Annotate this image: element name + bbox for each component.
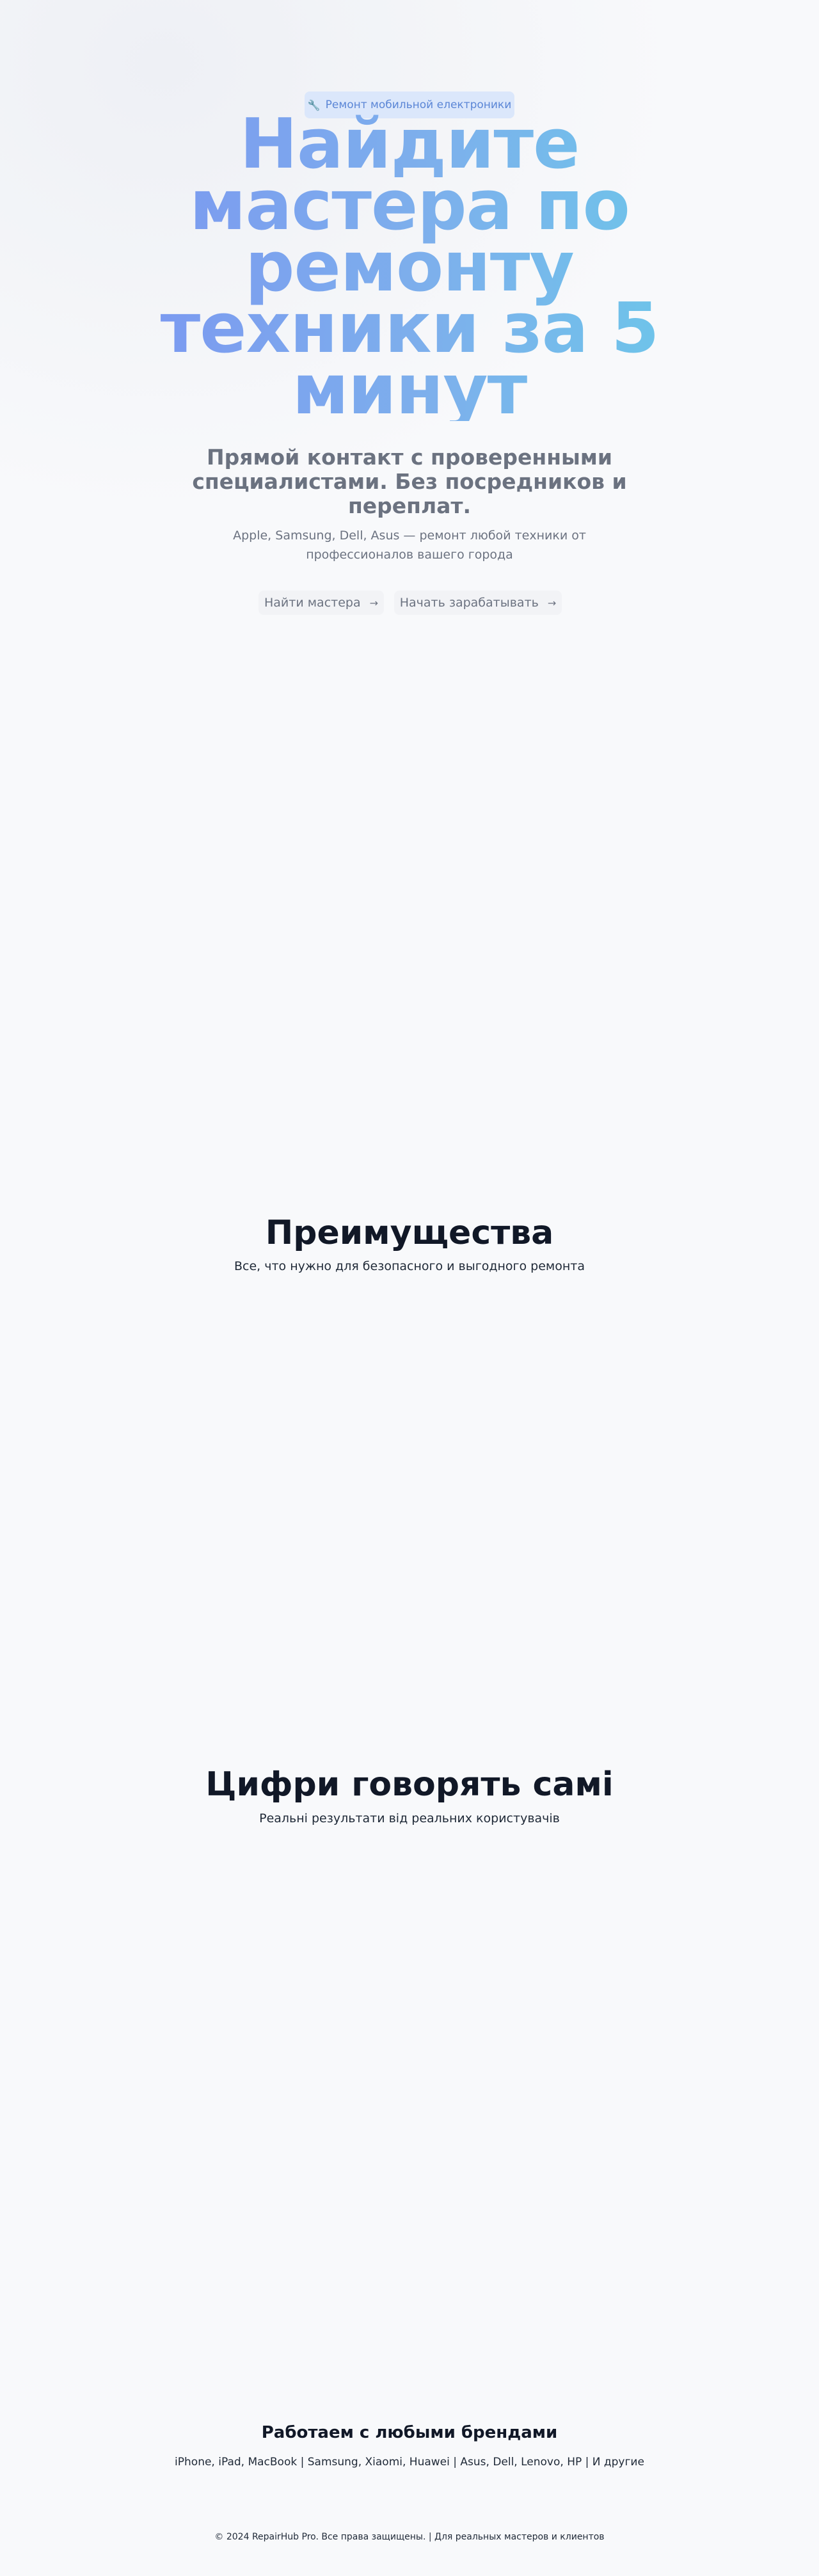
numbers-title: Цифри говорять самі xyxy=(205,1765,614,1804)
start-earning-button[interactable]: Начать зарабатывать → xyxy=(394,591,562,615)
page: 🔧 Ремонт мобильной електроники Найдите м… xyxy=(0,0,819,2576)
hero-subtitle: Прямой контакт с проверенными специалист… xyxy=(192,445,627,518)
numbers-subtitle: Реальні результати від реальних користув… xyxy=(259,1811,560,1825)
brands-title: Работаем с любыми брендами xyxy=(261,2423,558,2442)
hero-title: Найдите мастера по ремонту техники за 5 … xyxy=(154,110,665,425)
advantages-title: Преимущества xyxy=(265,1214,554,1252)
find-master-label: Найти мастера xyxy=(264,596,361,610)
arrow-right-icon: → xyxy=(369,596,379,609)
hero-description: Apple, Samsung, Dell, Asus — ремонт любо… xyxy=(233,529,586,562)
hero-section: 🔧 Ремонт мобильной електроники Найдите м… xyxy=(0,0,819,640)
start-earning-label: Начать зарабатывать xyxy=(399,596,539,610)
brands-list: iPhone, iPad, MacBook | Samsung, Xiaomi,… xyxy=(175,2456,644,2469)
advantages-subtitle: Все, что нужно для безопасного и выгодно… xyxy=(234,1259,585,1273)
arrow-right-icon: → xyxy=(547,596,557,609)
footer-text: © 2024 RepairHub Pro. Все права защищены… xyxy=(214,2532,605,2542)
find-master-button[interactable]: Найти мастера → xyxy=(258,591,384,615)
